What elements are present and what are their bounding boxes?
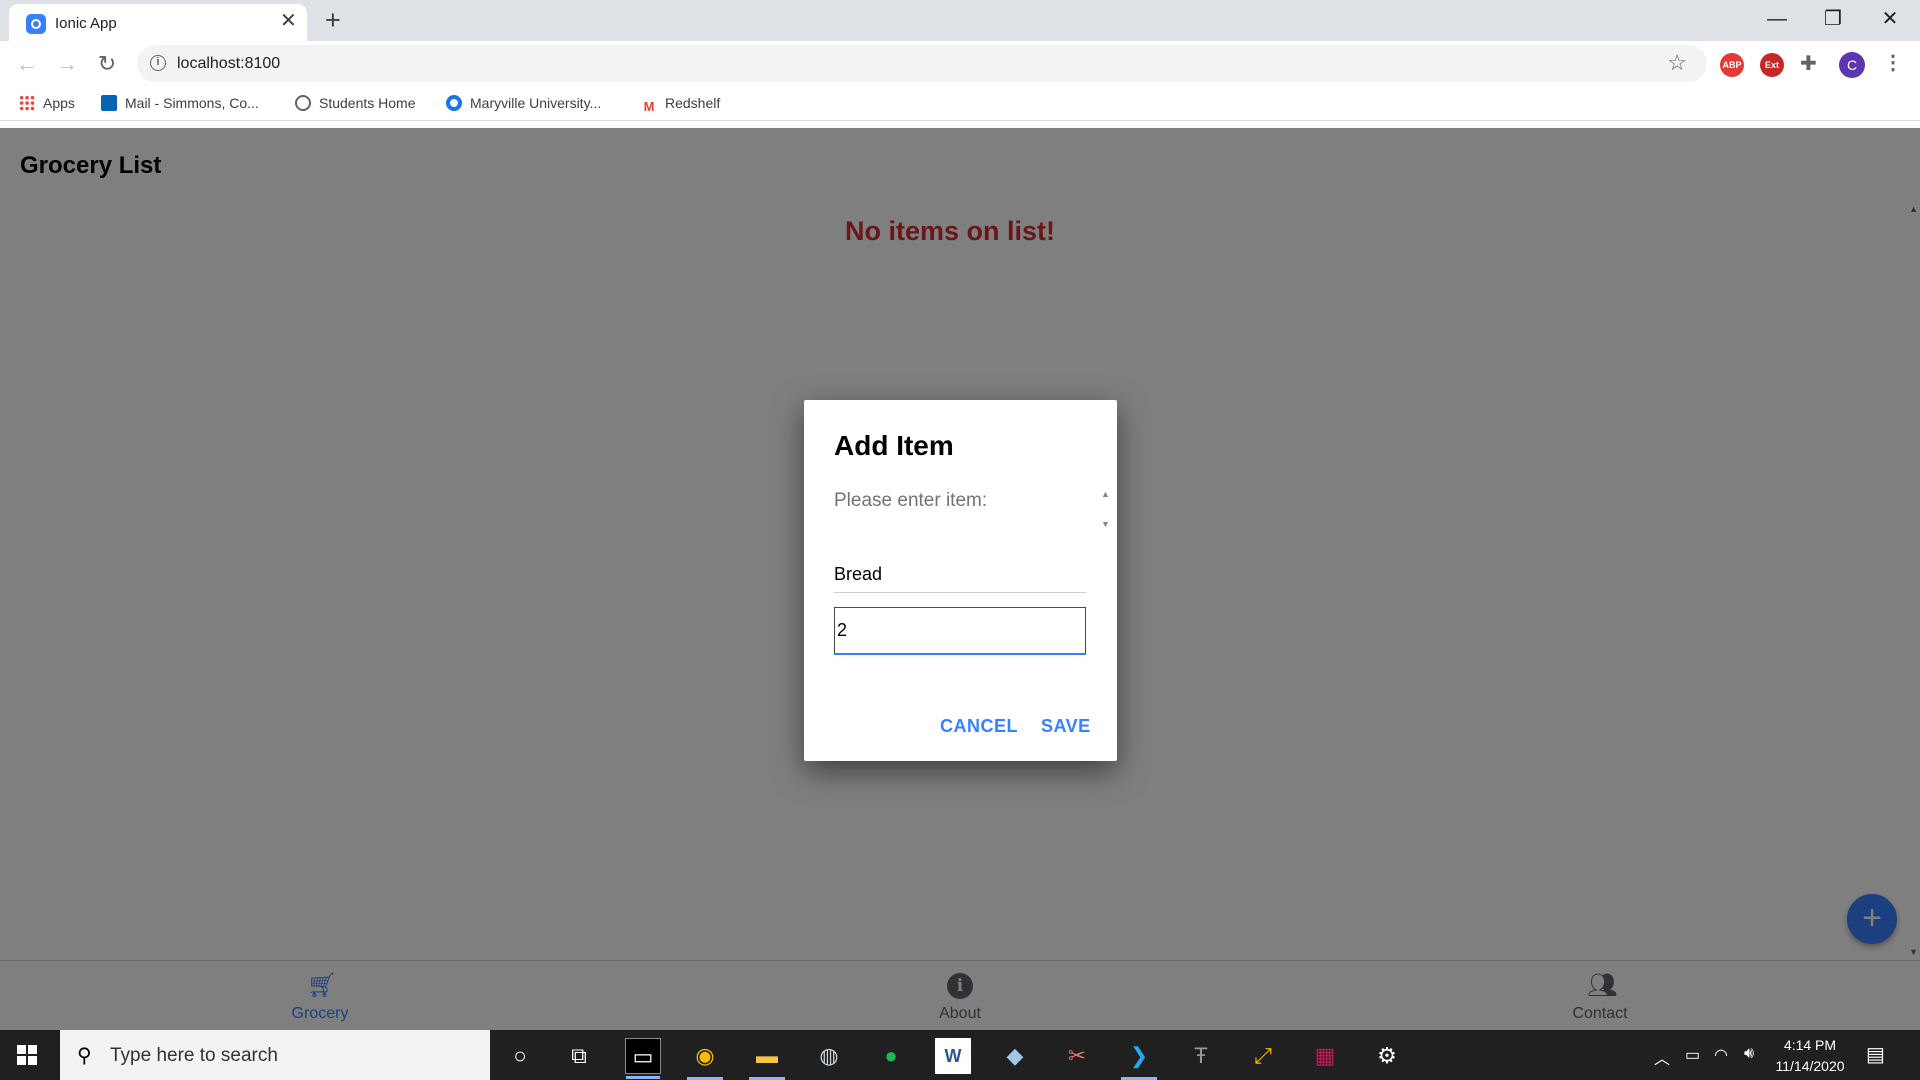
spotify-icon[interactable]: ● (873, 1038, 909, 1074)
bookmark-redshelf[interactable]: M Redshelf (641, 95, 721, 115)
new-tab-button[interactable]: + (325, 6, 341, 34)
wifi-icon[interactable]: ◠ (1714, 1045, 1728, 1065)
back-arrow-icon[interactable]: ← (13, 50, 41, 78)
steam-icon[interactable]: ◍ (811, 1038, 847, 1074)
bookmarks-bar: Apps Mail - Simmons, Co... Students Home… (0, 87, 1920, 121)
reload-icon[interactable]: ↻ (93, 50, 121, 78)
expand-icon[interactable]: ⤢ (1245, 1038, 1281, 1074)
tab-title: Ionic App (55, 15, 117, 32)
forward-arrow-icon[interactable]: → (53, 50, 81, 78)
search-placeholder: Type here to search (110, 1045, 278, 1066)
bookmark-students-home[interactable]: Students Home (295, 95, 416, 111)
cortana-icon[interactable]: ○ (502, 1038, 538, 1074)
settings-gear-icon[interactable]: ⚙ (1369, 1038, 1405, 1074)
item-name-field[interactable]: Bread (834, 558, 1086, 593)
browser-toolbar: ← → ↻ i localhost:8100 ☆ ABP Ext ✚ C ⋮ (0, 41, 1920, 87)
restore-button[interactable]: ❐ (1813, 4, 1853, 34)
alert-title: Add Item (834, 430, 954, 461)
browser-menu-icon[interactable]: ⋮ (1883, 50, 1903, 75)
bookmark-star-icon[interactable]: ☆ (1667, 50, 1687, 76)
snipping-tool-icon[interactable]: ✂ (1059, 1038, 1095, 1074)
minimize-button[interactable]: — (1757, 4, 1797, 34)
profile-avatar[interactable]: C (1839, 52, 1865, 78)
globe-icon (295, 95, 311, 111)
typography-icon[interactable]: Ŧ (1183, 1038, 1219, 1074)
gmail-icon: M (643, 99, 655, 114)
ionic-favicon-icon (26, 14, 46, 34)
ring-icon (446, 95, 462, 111)
add-item-alert: Add Item Please enter item: ▲ ▼ Bread CA… (804, 400, 1117, 761)
close-window-button[interactable]: ✕ (1870, 4, 1910, 34)
file-explorer-icon[interactable]: ▬ (749, 1038, 785, 1080)
address-bar[interactable]: i localhost:8100 ☆ (137, 45, 1707, 82)
save-button[interactable]: SAVE (1041, 716, 1091, 737)
battery-icon[interactable]: ▭ (1685, 1045, 1700, 1065)
ionic-app: Grocery List No items on list! ▲ ▼ + 🛒︎ … (0, 128, 1920, 1030)
word-icon[interactable]: W (935, 1038, 971, 1074)
cancel-button[interactable]: CANCEL (940, 716, 1018, 737)
clock-date: 11/14/2020 (1775, 1058, 1845, 1074)
browser-tabstrip: Ionic App ✕ + — ❐ ✕ (0, 0, 1920, 41)
clock-time: 4:14 PM (1783, 1037, 1837, 1053)
tab-close-icon[interactable]: ✕ (280, 11, 297, 31)
chrome-icon[interactable]: ◉ (687, 1038, 723, 1080)
notifications-icon[interactable]: ▤ (1866, 1042, 1885, 1067)
site-info-icon[interactable]: i (150, 55, 166, 71)
search-icon: ⚲ (77, 1045, 92, 1067)
alert-scroll-up-icon[interactable]: ▲ (1101, 489, 1110, 499)
app-icon[interactable]: ◆ (997, 1038, 1033, 1074)
bookmark-mail[interactable]: Mail - Simmons, Co... (101, 95, 259, 111)
bookmark-maryville[interactable]: Maryville University... (446, 95, 601, 111)
alert-scroll-down-icon[interactable]: ▼ (1101, 519, 1110, 529)
tray-chevron-icon[interactable]: ︿ (1654, 1045, 1670, 1069)
taskbar-clock[interactable]: 4:14 PM 11/14/2020 (1770, 1035, 1850, 1077)
apps-grid-icon (19, 95, 35, 111)
taskbar-search-box[interactable]: ⚲ Type here to search (60, 1030, 490, 1080)
task-view-icon[interactable]: ⧉ (561, 1038, 597, 1074)
browser-tab[interactable]: Ionic App ✕ (9, 4, 307, 41)
extension-icon[interactable]: Ext (1760, 53, 1784, 77)
volume-icon[interactable]: 🔊︎ (1744, 1045, 1754, 1063)
url-text[interactable]: localhost:8100 (177, 55, 280, 73)
adblock-extension-icon[interactable]: ABP (1720, 53, 1744, 77)
vscode-icon[interactable]: ❯ (1121, 1038, 1157, 1080)
outlook-icon (101, 95, 117, 111)
terminal-icon[interactable]: ▭ (625, 1038, 661, 1079)
windows-taskbar: ⚲ Type here to search ○ ⧉ ▭ ◉ ▬ ◍ ● W ◆ … (0, 1030, 1920, 1080)
windows-start-icon[interactable] (17, 1045, 37, 1065)
item-quantity-field[interactable] (834, 607, 1086, 655)
bookmark-apps[interactable]: Apps (19, 95, 75, 111)
teams-icon[interactable]: ▦ (1307, 1038, 1343, 1074)
extensions-puzzle-icon[interactable]: ✚ (1800, 51, 1817, 76)
alert-message: Please enter item: (834, 490, 988, 511)
